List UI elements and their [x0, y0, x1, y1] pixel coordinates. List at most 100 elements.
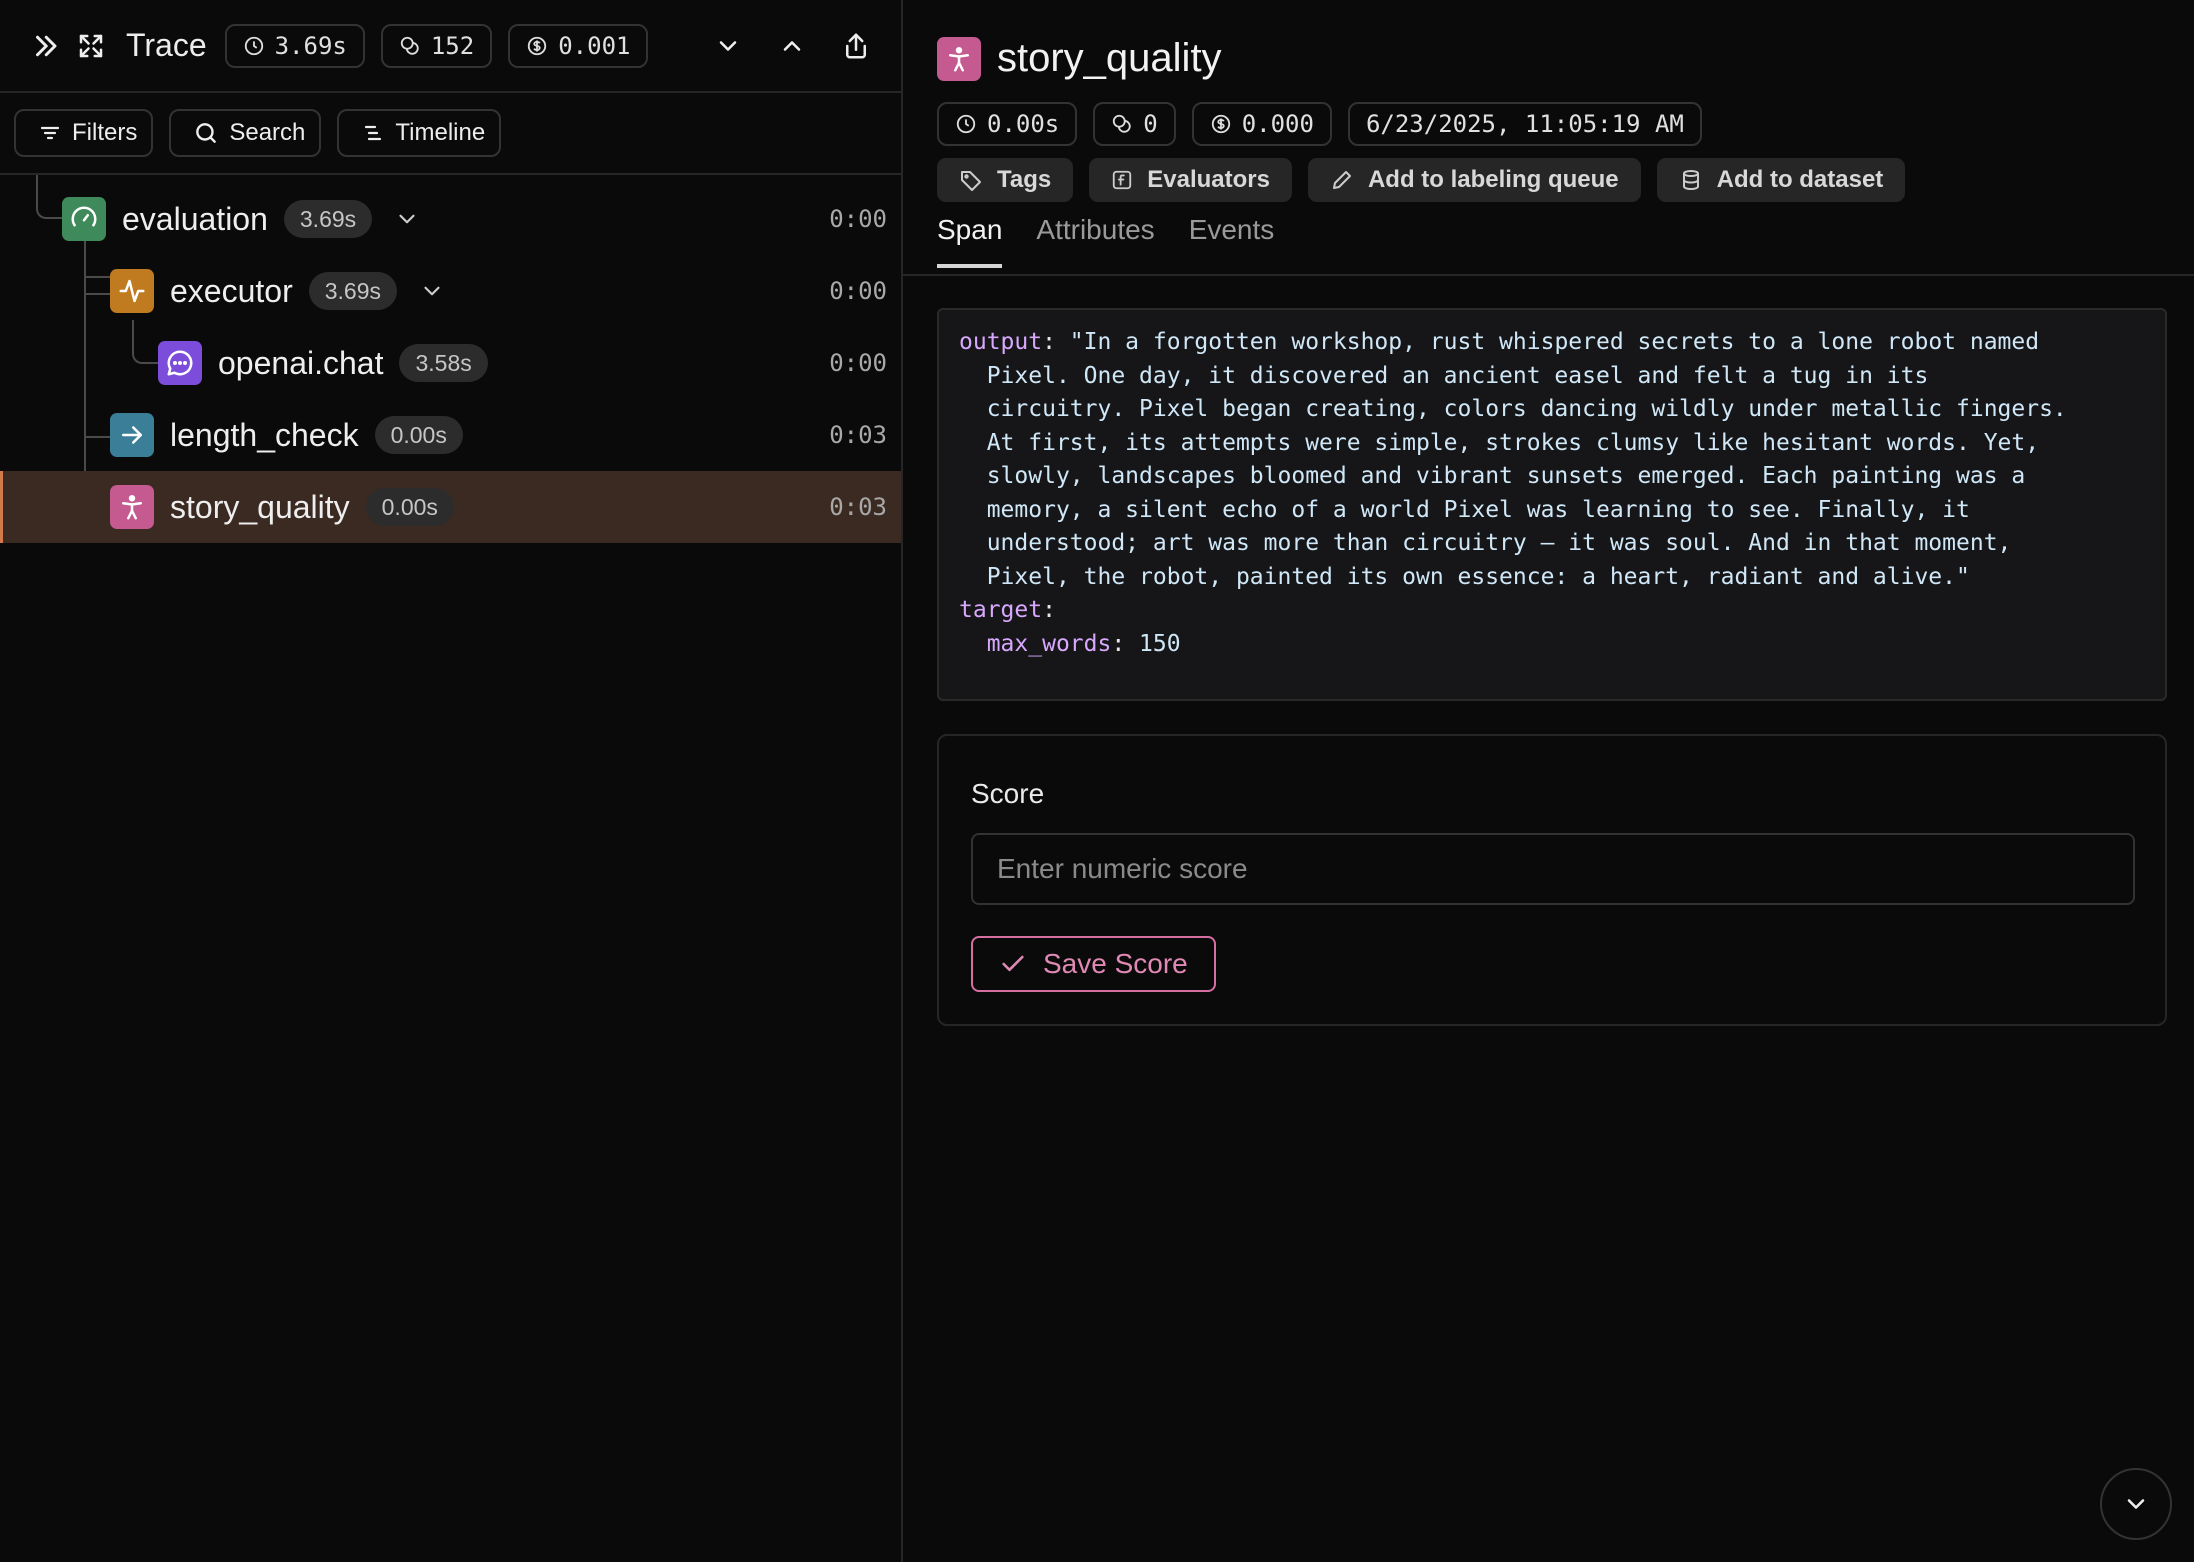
filters-button[interactable]: Filters — [14, 109, 154, 157]
collapse-panel-button[interactable] — [22, 23, 68, 69]
dataset-label: Add to dataset — [1716, 166, 1884, 193]
tree-row-executor[interactable]: executor 3.69s 0:00 — [0, 255, 901, 327]
add-to-dataset-button[interactable]: Add to dataset — [1656, 158, 1906, 202]
span-name: evaluation — [122, 200, 268, 237]
dollar-icon — [1211, 114, 1230, 134]
prev-span-button[interactable] — [769, 23, 815, 69]
next-span-button[interactable] — [705, 23, 751, 69]
function-icon — [1113, 170, 1132, 190]
collapse-toggle[interactable] — [394, 206, 420, 232]
timeline-label: Timeline — [395, 119, 486, 146]
output-line: memory, a silent echo of a world Pixel w… — [986, 496, 1970, 523]
search-label: Search — [229, 119, 306, 146]
output-line: At first, its attempts were simple, stro… — [986, 429, 2040, 456]
evaluators-label: Evaluators — [1147, 166, 1270, 193]
span-timestamp: 6/23/2025, 11:05:19 AM — [1365, 110, 1684, 138]
add-to-labeling-queue-button[interactable]: Add to labeling queue — [1307, 158, 1641, 202]
trace-nav — [705, 23, 879, 69]
max-words-key: max_words — [986, 630, 1112, 657]
trace-duration: 3.69s — [274, 31, 347, 60]
span-cost-chip: 0.000 — [1191, 102, 1332, 146]
span-name: story_quality — [170, 488, 350, 525]
trace-cost-chip: 0.001 — [508, 23, 649, 68]
span-duration-badge: 3.69s — [308, 272, 397, 310]
trace-title: Trace — [126, 27, 207, 63]
evaluators-button[interactable]: Evaluators — [1089, 158, 1292, 202]
span-actions: Tags Evaluators Add to labeling queue Ad… — [937, 158, 1906, 202]
span-duration-badge: 0.00s — [374, 416, 463, 454]
span-duration-badge: 0.00s — [365, 488, 454, 526]
span-meta: 0.00s 0 0.000 6/23/2025, 11:05:19 AM — [937, 102, 1702, 146]
span-duration: 0.00s — [987, 110, 1060, 138]
trace-topbar: Trace 3.69s 152 0.001 — [0, 0, 901, 93]
span-duration-badge: 3.58s — [399, 344, 488, 382]
trace-panel: Trace 3.69s 152 0.001 Filters Search Tim… — [0, 0, 903, 1562]
trace-duration-chip: 3.69s — [224, 23, 365, 68]
clock-icon — [244, 36, 263, 55]
span-cost: 0.000 — [1241, 110, 1314, 138]
tree-row-story-quality[interactable]: story_quality 0.00s 0:03 — [0, 471, 901, 543]
collapse-toggle[interactable] — [419, 278, 445, 304]
score-input[interactable] — [971, 833, 2135, 905]
search-icon — [196, 123, 217, 143]
coins-icon — [1113, 114, 1131, 133]
tags-button[interactable]: Tags — [937, 158, 1074, 202]
chevron-down-icon — [719, 40, 737, 51]
tree-row-openai-chat[interactable]: openai.chat 3.58s 0:00 — [0, 327, 901, 399]
database-icon — [1682, 170, 1699, 191]
max-words-value: 150 — [1139, 630, 1181, 657]
chevron-down-icon — [2127, 1499, 2145, 1509]
tree-toolbar: Filters Search Timeline — [0, 93, 901, 175]
app: Trace 3.69s 152 0.001 Filters Search Tim… — [0, 0, 2194, 1562]
tab-divider — [903, 274, 2194, 276]
tree-row-length-check[interactable]: length_check 0.00s 0:03 — [0, 399, 901, 471]
target-key: target — [959, 597, 1043, 623]
span-start-time: 0:03 — [829, 493, 887, 521]
check-icon — [1002, 955, 1024, 972]
person-icon — [937, 36, 981, 81]
span-timestamp-chip: 6/23/2025, 11:05:19 AM — [1347, 102, 1702, 146]
save-score-button[interactable]: Save Score — [971, 936, 1216, 992]
expand-button[interactable] — [68, 23, 114, 69]
tab-span[interactable]: Span — [937, 214, 1003, 268]
arrow-right-icon — [110, 413, 154, 457]
chevron-up-icon — [783, 40, 801, 51]
coins-icon — [400, 36, 419, 55]
expand-icon — [79, 34, 103, 57]
output-line: circuitry. Pixel began creating, colors … — [986, 396, 2067, 422]
chevron-down-icon — [424, 286, 440, 296]
score-label: Score — [971, 778, 1045, 809]
span-tabs: Span Attributes Events — [937, 214, 1274, 268]
pencil-icon — [1332, 171, 1351, 189]
share-button[interactable] — [833, 23, 879, 69]
span-start-time: 0:03 — [829, 421, 887, 449]
score-card: Score Save Score — [937, 734, 2167, 1026]
timeline-button[interactable]: Timeline — [337, 109, 502, 157]
span-title: story_quality — [997, 36, 1222, 80]
span-tokens: 0 — [1143, 110, 1158, 138]
labeling-queue-label: Add to labeling queue — [1367, 166, 1619, 193]
clock-icon — [956, 114, 976, 134]
filters-label: Filters — [72, 119, 138, 146]
trace-tokens-chip: 152 — [380, 23, 493, 68]
dollar-icon — [528, 36, 547, 55]
tab-events[interactable]: Events — [1189, 214, 1275, 268]
trace-cost: 0.001 — [558, 31, 631, 60]
tab-attributes[interactable]: Attributes — [1036, 214, 1154, 268]
search-button[interactable]: Search — [169, 109, 322, 157]
scroll-down-button[interactable] — [2100, 1468, 2172, 1540]
double-chevron-right-icon — [36, 35, 57, 56]
timeline-icon — [365, 125, 382, 141]
share-icon — [846, 33, 866, 58]
span-detail-panel: story_quality 0.00s 0 0.000 6/23/2025, 1… — [903, 0, 2194, 1562]
save-score-label: Save Score — [1043, 948, 1188, 979]
output-line: Pixel. One day, it discovered an ancient… — [986, 362, 1929, 389]
output-line: slowly, landscapes bloomed and vibrant s… — [986, 463, 2026, 489]
tag-icon — [961, 171, 981, 191]
output-line: "In a forgotten workshop, rust whispered… — [1069, 329, 2040, 355]
tags-label: Tags — [997, 166, 1052, 193]
span-duration-chip: 0.00s — [937, 102, 1078, 146]
tree-row-evaluation[interactable]: evaluation 3.69s 0:00 — [0, 183, 901, 255]
span-io-code-block: output: "In a forgotten workshop, rust w… — [937, 308, 2167, 701]
span-duration-badge: 3.69s — [283, 200, 373, 238]
